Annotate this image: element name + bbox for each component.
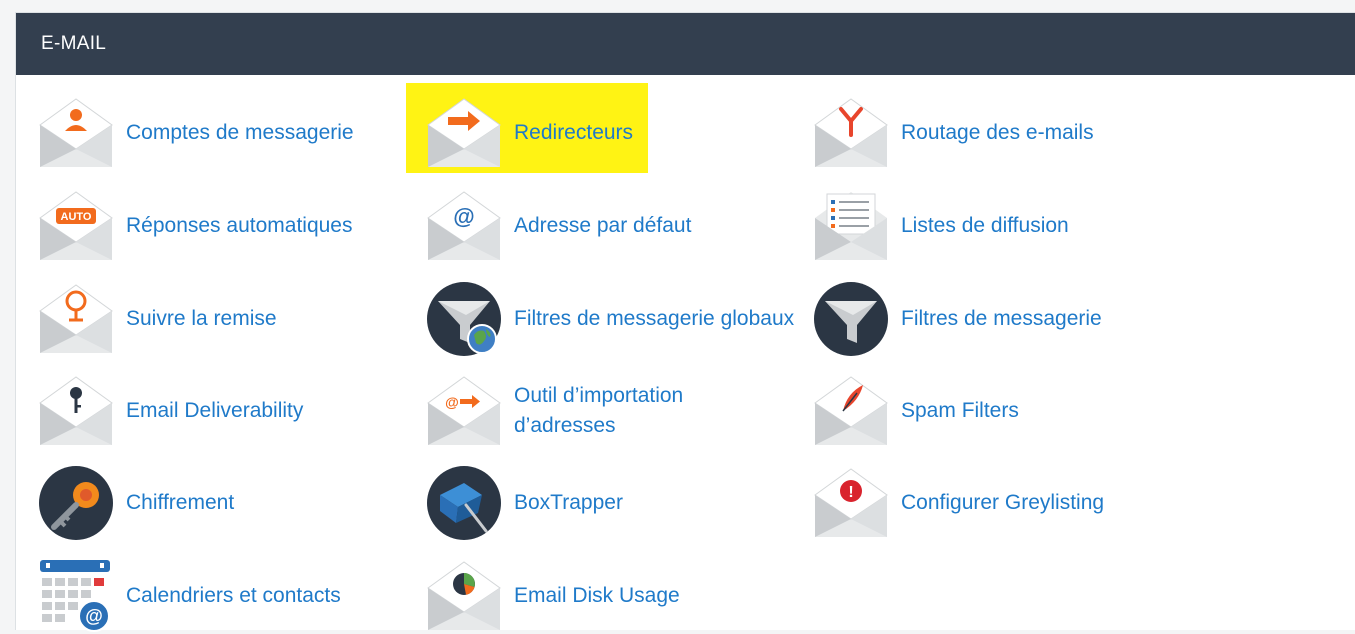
item-label: Suivre la remise [126,307,277,330]
item-redirecteurs[interactable]: Redirecteurs [426,95,786,171]
item-label: Routage des e-mails [901,121,1094,144]
item-boxtrapper[interactable]: BoxTrapper [426,465,786,541]
envelope-forward-arrow-icon [426,95,502,171]
item-listes-de-diffusion[interactable]: Listes de diffusion [813,188,1153,264]
alert-badge: ! [848,484,853,501]
at-badge: @ [85,606,103,626]
item-label: Redirecteurs [514,121,634,144]
box-trap-icon [426,465,502,541]
key-circle-icon [38,465,114,541]
item-filtres-de-messagerie-globaux[interactable]: Filtres de messagerie globaux [426,281,826,357]
auto-badge: AUTO [61,211,92,223]
envelope-location-pin-icon [38,281,114,357]
calendar-at-icon: @ [38,558,114,634]
item-label: Filtres de messagerie [901,307,1102,330]
item-label: Filtres de messagerie globaux [514,307,795,330]
item-label: Spam Filters [901,399,1019,422]
item-outil-importation-adresses[interactable]: @ Outil d’importation d’adresses [426,373,786,449]
item-comptes-de-messagerie[interactable]: Comptes de messagerie [38,95,378,171]
envelope-pie-chart-icon [426,558,502,634]
item-reponses-automatiques[interactable]: AUTO Réponses automatiques [38,188,378,264]
item-label: Réponses automatiques [126,214,353,237]
envelope-at-arrow-icon: @ [426,373,502,449]
envelope-user-icon [38,95,114,171]
at-badge: @ [453,204,474,229]
envelope-key-icon [38,373,114,449]
at-badge: @ [445,394,459,410]
item-calendriers-et-contacts[interactable]: @ Calendriers et contacts [38,558,378,634]
envelope-alert-icon: ! [813,465,889,541]
item-label: Calendriers et contacts [126,584,341,607]
item-email-deliverability[interactable]: Email Deliverability [38,373,378,449]
item-label: Configurer Greylisting [901,491,1105,514]
item-label: Comptes de messagerie [126,121,354,144]
item-adresse-par-defaut[interactable]: @ Adresse par défaut [426,188,786,264]
item-label: Chiffrement [126,491,235,514]
item-chiffrement[interactable]: Chiffrement [38,465,378,541]
item-configurer-greylisting[interactable]: ! Configurer Greylisting [813,465,1153,541]
item-email-disk-usage[interactable]: Email Disk Usage [426,558,786,634]
item-label: Email Deliverability [126,399,304,422]
funnel-globe-icon [426,281,502,357]
item-label: Adresse par défaut [514,214,692,237]
item-label: BoxTrapper [514,491,623,514]
envelope-auto-icon: AUTO [38,188,114,264]
item-label: Email Disk Usage [514,584,680,607]
item-suivre-la-remise[interactable]: Suivre la remise [38,281,378,357]
envelope-at-icon: @ [426,188,502,264]
envelope-quill-icon [813,373,889,449]
envelope-list-icon [813,188,889,264]
item-routage-des-e-mails[interactable]: Routage des e-mails [813,95,1153,171]
envelope-routing-icon [813,95,889,171]
item-spam-filters[interactable]: Spam Filters [813,373,1153,449]
item-filtres-de-messagerie[interactable]: Filtres de messagerie [813,281,1153,357]
item-label: Outil d’importation d’adresses [514,384,684,437]
funnel-icon [813,281,889,357]
panel-header-title: E-MAIL [16,13,1355,75]
item-label: Listes de diffusion [901,214,1069,237]
